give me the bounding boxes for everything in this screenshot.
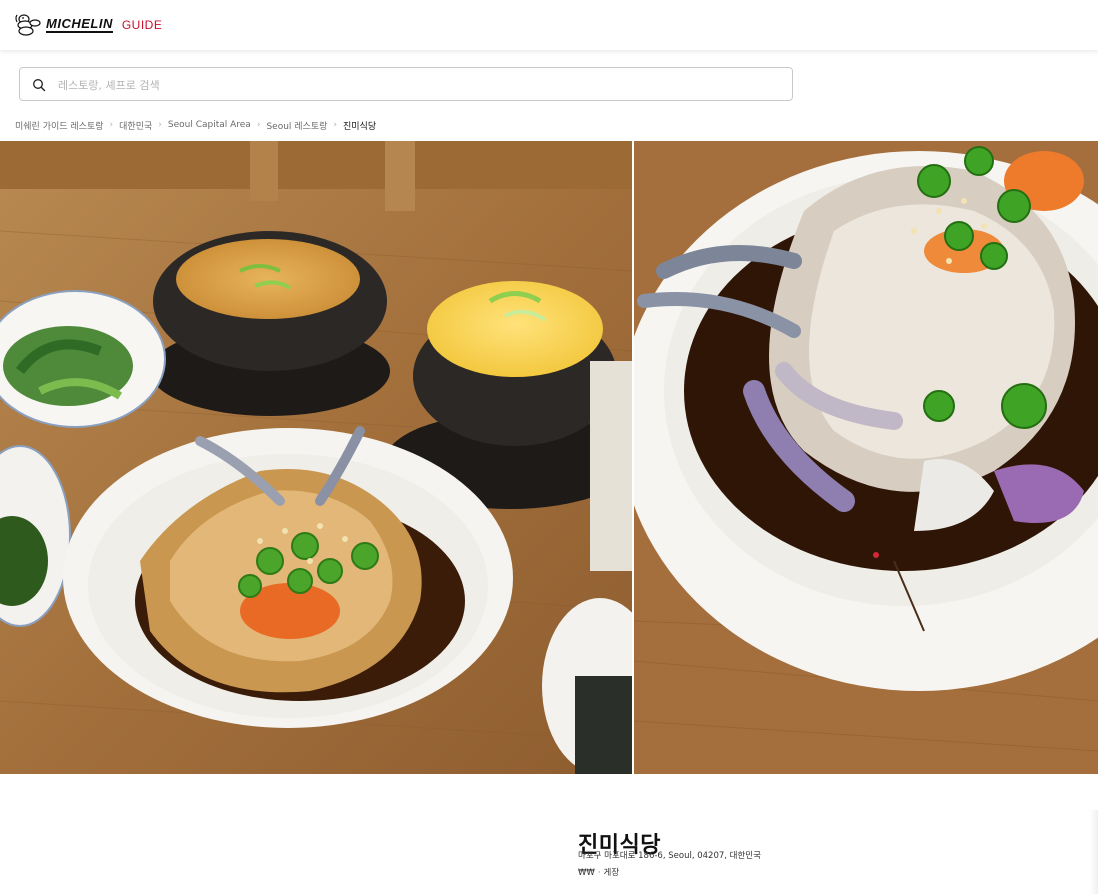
chevron-right-icon: › xyxy=(109,120,114,130)
search-icon[interactable] xyxy=(32,78,46,92)
restaurant-photo-main[interactable] xyxy=(0,141,632,774)
separator-dot: · xyxy=(597,868,601,878)
restaurant-photo-closeup[interactable] xyxy=(634,141,1098,774)
breadcrumb-link-seoul-restaurants[interactable]: Seoul 레스토랑 xyxy=(266,119,327,132)
chevron-right-icon: › xyxy=(333,120,337,130)
guide-label: GUIDE xyxy=(121,18,163,32)
michelin-guide-logo[interactable]: MICHELIN GUIDE xyxy=(14,12,162,38)
chevron-right-icon: › xyxy=(158,120,162,130)
breadcrumb: 미쉐린 가이드 레스토랑 › 대한민국 › Seoul Capital Area… xyxy=(15,118,376,132)
breadcrumb-current-restaurant: 진미식당 xyxy=(343,121,377,132)
price-level: ₩₩ xyxy=(578,868,595,878)
search-input[interactable] xyxy=(56,74,760,96)
restaurant-meta: ₩₩ · 게장 xyxy=(578,866,619,878)
breadcrumb-link-seoul-capital-area[interactable]: Seoul Capital Area xyxy=(168,120,251,130)
food-photo-table-spread xyxy=(0,141,632,774)
side-panel-edge xyxy=(1090,810,1098,894)
michelin-man-icon xyxy=(15,14,41,36)
restaurant-address: 마포구 마포대로 186-6, Seoul, 04207, 대한민국 xyxy=(578,851,761,861)
top-navigation-bar: MICHELIN GUIDE xyxy=(0,0,1098,50)
food-photo-crab-closeup xyxy=(634,141,1098,774)
cuisine-type: 게장 xyxy=(603,868,620,878)
chevron-right-icon: › xyxy=(256,120,261,130)
brand-wordmark: MICHELIN xyxy=(46,16,113,33)
breadcrumb-link-michelin-guide-restaurants[interactable]: 미쉐린 가이드 레스토랑 xyxy=(15,119,104,132)
search-bar[interactable] xyxy=(19,67,793,101)
breadcrumb-link-south-korea[interactable]: 대한민국 xyxy=(119,119,152,132)
